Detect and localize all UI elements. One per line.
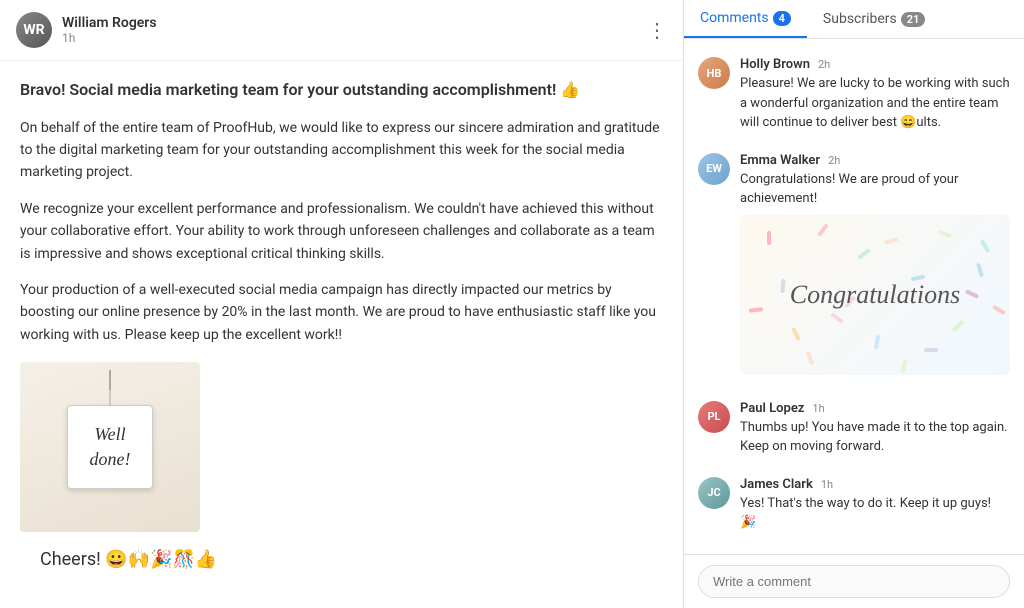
comment-body: Emma Walker 2h Congratulations! We are pro… — [740, 153, 1010, 381]
post-image: Welldone! — [20, 362, 663, 532]
comment-avatar: PL — [698, 401, 730, 433]
comment-text: Yes! That's the way to do it. Keep it up… — [740, 494, 1010, 533]
comment-avatar: EW — [698, 153, 730, 185]
comments-tab-label: Comments — [700, 10, 769, 26]
comment-author: James Clark — [740, 477, 813, 492]
post-paragraph-2: We recognize your excellent performance … — [20, 198, 663, 265]
comment-time: 1h — [821, 478, 833, 491]
comment-input[interactable] — [698, 565, 1010, 598]
author-name: William Rogers — [62, 15, 157, 31]
well-done-sign: Welldone! — [67, 405, 154, 489]
more-options-button[interactable]: ⋮ — [647, 18, 667, 42]
comment-author: Paul Lopez — [740, 401, 804, 416]
comment-input-area — [684, 554, 1024, 608]
post-body: On behalf of the entire team of ProofHub… — [20, 117, 663, 347]
subscribers-badge: 21 — [901, 12, 926, 27]
comment-avatar: HB — [698, 57, 730, 89]
comment-text: Thumbs up! You have made it to the top a… — [740, 418, 1010, 457]
comment-body: Paul Lopez 1h Thumbs up! You have made it … — [740, 401, 1010, 457]
author-avatar: WR — [16, 12, 52, 48]
post-paragraph-1: On behalf of the entire team of ProofHub… — [20, 117, 663, 184]
comment-time: 2h — [828, 154, 840, 167]
tabs-header: Comments 4 Subscribers 21 — [684, 0, 1024, 39]
comment-item: JC James Clark 1h Yes! That's the way to do… — [684, 467, 1024, 543]
comment-time: 2h — [818, 58, 830, 71]
comment-item: HB Holly Brown 2h Pleasure! We are lucky to… — [684, 47, 1024, 143]
comment-item: EW Emma Walker 2h Congratulations! We are p… — [684, 143, 1024, 391]
tab-comments[interactable]: Comments 4 — [684, 0, 807, 38]
comment-author: Emma Walker — [740, 153, 820, 168]
comment-body: Holly Brown 2h Pleasure! We are lucky to b… — [740, 57, 1010, 133]
tab-subscribers[interactable]: Subscribers 21 — [807, 0, 941, 38]
post-content: Bravo! Social media marketing team for y… — [0, 61, 683, 607]
comment-author: Holly Brown — [740, 57, 810, 72]
post-paragraph-3: Your production of a well-executed socia… — [20, 279, 663, 346]
post-header: WR William Rogers 1h ⋮ — [0, 0, 683, 61]
post-panel: WR William Rogers 1h ⋮ Bravo! Social med… — [0, 0, 684, 608]
subscribers-tab-label: Subscribers — [823, 11, 897, 27]
comment-text: Pleasure! We are lucky to be working wit… — [740, 74, 1010, 133]
comments-list: HB Holly Brown 2h Pleasure! We are lucky to… — [684, 39, 1024, 554]
well-done-image: Welldone! — [20, 362, 200, 532]
comment-item: PL Paul Lopez 1h Thumbs up! You have made i… — [684, 391, 1024, 467]
post-title: Bravo! Social media marketing team for y… — [20, 77, 663, 103]
post-footer: Cheers! 😀🙌🎉🎊👍 — [20, 546, 663, 591]
congratulations-image: Congratulations — [740, 215, 1010, 375]
comments-badge: 4 — [773, 11, 791, 26]
comment-text: Congratulations! We are proud of your ac… — [740, 170, 1010, 209]
post-time: 1h — [62, 31, 157, 45]
post-header-left: WR William Rogers 1h — [16, 12, 157, 48]
comment-body: James Clark 1h Yes! That's the way to do i… — [740, 477, 1010, 533]
author-info: William Rogers 1h — [62, 15, 157, 45]
comment-time: 1h — [812, 402, 824, 415]
comment-avatar: JC — [698, 477, 730, 509]
right-panel: Comments 4 Subscribers 21 HB Holly Brown 2… — [684, 0, 1024, 608]
